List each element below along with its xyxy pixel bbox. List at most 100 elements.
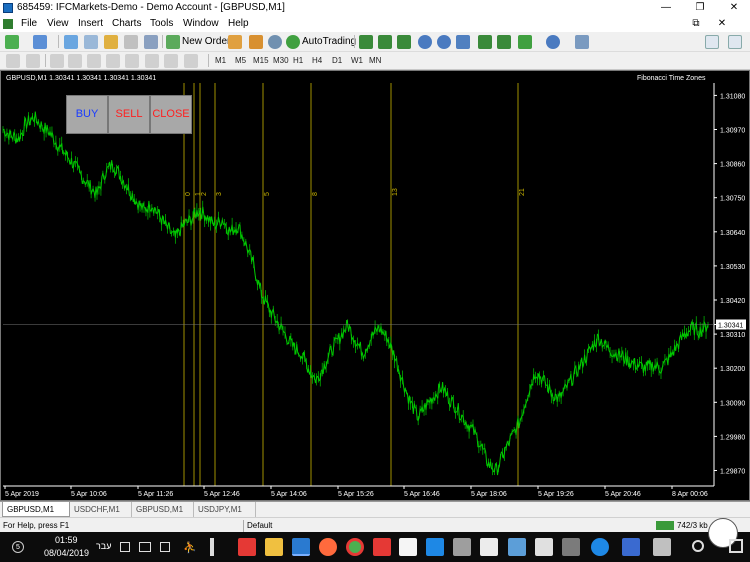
- app-icon: [3, 3, 13, 13]
- doc-close-button[interactable]: ✕: [712, 16, 732, 32]
- zoom-out-icon[interactable]: [437, 35, 451, 49]
- timeframe-h4[interactable]: H4: [312, 56, 322, 65]
- fibonacci-icon[interactable]: [125, 54, 139, 68]
- autotrading-icon[interactable]: [286, 35, 300, 49]
- text-icon[interactable]: [145, 54, 159, 68]
- chat-icon[interactable]: [728, 35, 742, 49]
- market-icon[interactable]: [268, 35, 282, 49]
- tab-gbpusd-m1[interactable]: GBPUSD,M1: [2, 502, 70, 517]
- line-chart-icon[interactable]: [397, 35, 411, 49]
- close-positions-button[interactable]: CLOSE: [150, 95, 192, 134]
- volume-icon[interactable]: [120, 542, 130, 552]
- zoom-app-icon[interactable]: [426, 538, 444, 556]
- terminal-icon[interactable]: [124, 35, 138, 49]
- timeframe-m1[interactable]: M1: [215, 56, 226, 65]
- doc-restore-button[interactable]: ⧉: [686, 16, 706, 32]
- bar-chart-icon[interactable]: [359, 35, 373, 49]
- search-icon[interactable]: [692, 540, 704, 552]
- new-order-icon[interactable]: [166, 35, 180, 49]
- chrome-icon[interactable]: [346, 538, 364, 556]
- menu-insert[interactable]: Insert: [78, 18, 103, 29]
- tab-usdjpy-m1[interactable]: USDJPY,M1: [194, 502, 256, 517]
- autoscroll-icon[interactable]: [497, 35, 511, 49]
- zoom-in-icon[interactable]: [418, 35, 432, 49]
- navigator-icon[interactable]: [104, 35, 118, 49]
- tile-windows-icon[interactable]: [456, 35, 470, 49]
- photos-app-icon[interactable]: [535, 538, 553, 556]
- media-app-icon[interactable]: [399, 538, 417, 556]
- menu-file[interactable]: File: [21, 18, 37, 29]
- new-chart-icon[interactable]: [5, 35, 19, 49]
- timeframe-m30[interactable]: M30: [273, 56, 289, 65]
- horizontal-line-icon[interactable]: [68, 54, 82, 68]
- language-indicator[interactable]: עבר: [96, 541, 111, 551]
- edge-icon[interactable]: [591, 538, 609, 556]
- buy-button[interactable]: BUY: [66, 95, 108, 134]
- store-icon[interactable]: [562, 538, 580, 556]
- clock-date[interactable]: 08/04/2019: [44, 548, 89, 558]
- notes-app-icon[interactable]: [265, 538, 283, 556]
- close-button[interactable]: ✕: [720, 0, 748, 16]
- network-icon[interactable]: [139, 542, 151, 552]
- new-order-button[interactable]: New Order: [182, 36, 230, 47]
- tester-icon[interactable]: [144, 35, 158, 49]
- candlesticks-icon[interactable]: [378, 35, 392, 49]
- timeframe-m5[interactable]: M5: [235, 56, 246, 65]
- profiles-icon[interactable]: [33, 35, 47, 49]
- arrows-icon[interactable]: [184, 54, 198, 68]
- popcorn-app-2-icon[interactable]: [373, 538, 391, 556]
- taskview-icon[interactable]: [210, 538, 214, 556]
- battery-icon[interactable]: [160, 542, 170, 552]
- indicators-icon[interactable]: [518, 35, 532, 49]
- timeframe-w1[interactable]: W1: [351, 56, 363, 65]
- menu-tools[interactable]: Tools: [150, 18, 173, 29]
- autotrading-button[interactable]: AutoTrading: [302, 36, 356, 47]
- menu-charts[interactable]: Charts: [112, 18, 141, 29]
- menu-view[interactable]: View: [47, 18, 69, 29]
- browser-app-icon[interactable]: [319, 538, 337, 556]
- timeframe-d1[interactable]: D1: [332, 56, 342, 65]
- tab-gbpusd-m1-2[interactable]: GBPUSD,M1: [132, 502, 194, 517]
- popcorn-app-icon[interactable]: [238, 538, 256, 556]
- downloads-icon[interactable]: [508, 538, 526, 556]
- meta-editor-icon[interactable]: [228, 35, 242, 49]
- signals-icon[interactable]: [249, 35, 263, 49]
- imo-icon[interactable]: [622, 538, 640, 556]
- title-bar: 685459: IFCMarkets-Demo - Demo Account -…: [0, 0, 750, 16]
- chart-plot: GBPUSD,M1 1.30341 1.30341 1.30341 1.3034…: [1, 71, 750, 501]
- restore-button[interactable]: ❐: [686, 0, 714, 16]
- channel-icon[interactable]: [106, 54, 120, 68]
- mail-icon[interactable]: [480, 538, 498, 556]
- chart-window-icon[interactable]: [3, 19, 13, 29]
- menu-help[interactable]: Help: [228, 18, 249, 29]
- windows-taskbar: 5 01:59 08/04/2019 עבר ⛹: [0, 532, 750, 562]
- periods-icon[interactable]: [546, 35, 560, 49]
- timeframe-h1[interactable]: H1: [293, 56, 303, 65]
- search-icon[interactable]: [705, 35, 719, 49]
- data-window-icon[interactable]: [84, 35, 98, 49]
- minimize-button[interactable]: —: [652, 0, 680, 16]
- templates-icon[interactable]: [575, 35, 589, 49]
- text-label-icon[interactable]: [164, 54, 178, 68]
- window-title: 685459: IFCMarkets-Demo - Demo Account -…: [17, 2, 285, 13]
- notification-badge[interactable]: 5: [12, 541, 24, 553]
- start-icon[interactable]: [729, 539, 743, 553]
- ifc-terminal-icon[interactable]: [292, 538, 310, 556]
- vertical-line-icon[interactable]: [50, 54, 64, 68]
- people-icon[interactable]: ⛹: [183, 541, 197, 554]
- clock-time[interactable]: 01:59: [55, 535, 78, 545]
- trendline-icon[interactable]: [87, 54, 101, 68]
- tab-usdchf-m1[interactable]: USDCHF,M1: [70, 502, 132, 517]
- sell-button[interactable]: SELL: [108, 95, 150, 134]
- settings-app-icon[interactable]: [653, 538, 671, 556]
- market-watch-icon[interactable]: [64, 35, 78, 49]
- menu-window[interactable]: Window: [183, 18, 219, 29]
- price-chart[interactable]: GBPUSD,M1 1.30341 1.30341 1.30341 1.3034…: [0, 70, 750, 501]
- cursor-icon[interactable]: [6, 54, 20, 68]
- calculator-icon[interactable]: [453, 538, 471, 556]
- chart-shift-icon[interactable]: [478, 35, 492, 49]
- fibo-zone-label: 8: [312, 192, 319, 196]
- timeframe-m15[interactable]: M15: [253, 56, 269, 65]
- crosshair-icon[interactable]: [26, 54, 40, 68]
- timeframe-mn[interactable]: MN: [369, 56, 381, 65]
